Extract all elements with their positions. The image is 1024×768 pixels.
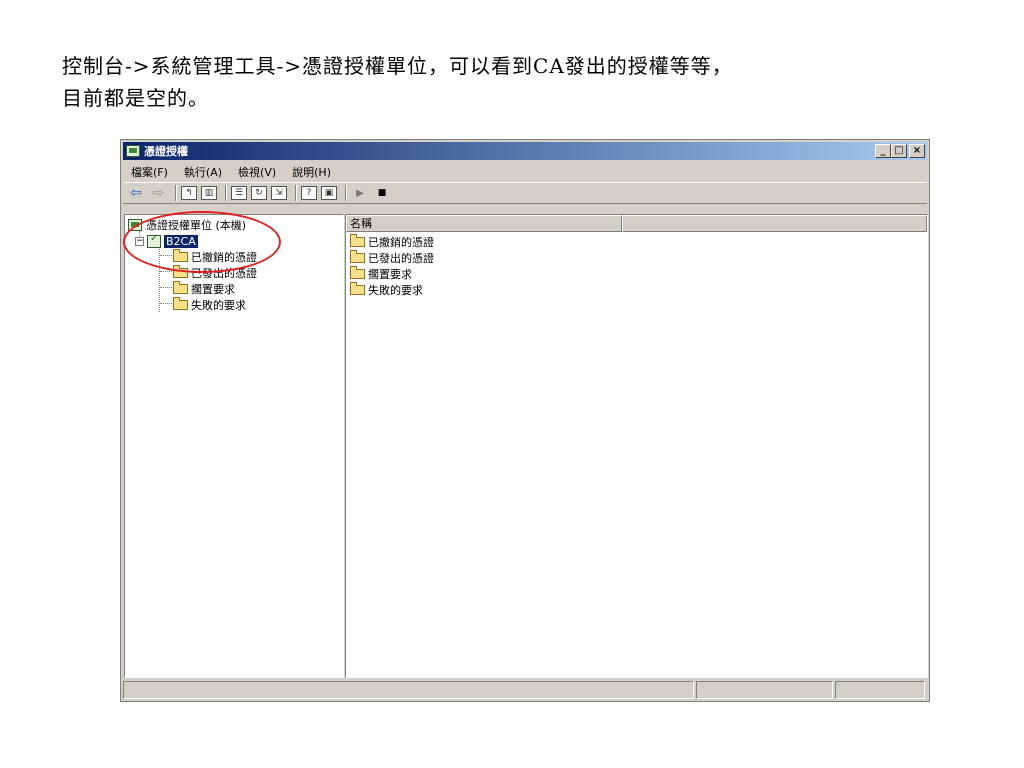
status-bar — [123, 681, 927, 699]
list-item[interactable]: 失敗的要求 — [350, 282, 423, 298]
tree-connector — [160, 271, 172, 272]
show-hide-tree-icon[interactable]: ▥ — [201, 186, 217, 200]
folder-icon — [173, 297, 188, 310]
folder-icon — [350, 234, 365, 247]
start-service-icon[interactable]: ▶ — [351, 185, 369, 201]
toolbar: ⇦ ⇨ ↰ ▥ ☰ ↻ ⇲ ? ▣ ▶ ■ — [123, 182, 927, 204]
toolbar-separator — [345, 185, 347, 201]
tree-item-label: 失敗的要求 — [191, 299, 246, 312]
window-controls: _ □ × — [875, 144, 925, 158]
folder-icon — [350, 266, 365, 279]
stop-service-icon[interactable]: ■ — [373, 185, 391, 201]
caption-line-1: 控制台->系統管理工具->憑證授權單位，可以看到CA發出的授權等等， — [62, 54, 733, 78]
back-arrow-icon[interactable]: ⇦ — [127, 185, 145, 201]
list-item-label: 失敗的要求 — [368, 284, 423, 297]
title-bar[interactable]: 憑證授權 _ □ × — [123, 142, 927, 160]
tree-item-label: 擱置要求 — [191, 283, 235, 296]
list-header: 名稱 — [346, 215, 927, 232]
list-item[interactable]: 已撤銷的憑證 — [350, 234, 434, 250]
list-item[interactable]: 擱置要求 — [350, 266, 412, 282]
highlight-annotation — [123, 211, 281, 273]
close-button[interactable]: × — [909, 144, 925, 158]
forward-arrow-icon[interactable]: ⇨ — [149, 185, 167, 201]
properties-icon[interactable]: ☰ — [231, 186, 247, 200]
menu-view[interactable]: 檢視(V) — [230, 164, 284, 180]
status-cell-2 — [696, 681, 834, 699]
folder-icon — [350, 250, 365, 263]
up-level-icon[interactable]: ↰ — [181, 186, 197, 200]
export-list-icon[interactable]: ⇲ — [271, 186, 287, 200]
tree-item-failed[interactable]: 失敗的要求 — [173, 297, 246, 313]
certificate-authority-icon — [126, 145, 140, 157]
menu-file[interactable]: 檔案(F) — [123, 164, 176, 180]
tree-connector — [160, 303, 172, 304]
tree-item-pending[interactable]: 擱置要求 — [173, 281, 235, 297]
column-header-blank[interactable] — [622, 215, 927, 232]
caption-line-2: 目前都是空的。 — [62, 86, 209, 110]
column-header-name[interactable]: 名稱 — [346, 215, 622, 232]
console-icon[interactable]: ▣ — [321, 186, 337, 200]
folder-icon — [173, 281, 188, 294]
list-pane[interactable]: 名稱 已撤銷的憑證 已發出的憑證 擱置要求 失敗的要求 — [345, 214, 928, 678]
help-icon[interactable]: ? — [301, 186, 317, 200]
list-item-label: 擱置要求 — [368, 268, 412, 281]
window-title: 憑證授權 — [144, 145, 188, 158]
maximize-button[interactable]: □ — [891, 144, 907, 158]
menu-bar: 檔案(F) 執行(A) 檢視(V) 說明(H) — [123, 162, 927, 182]
toolbar-separator — [175, 185, 177, 201]
list-item[interactable]: 已發出的憑證 — [350, 250, 434, 266]
list-item-label: 已撤銷的憑證 — [368, 236, 434, 249]
refresh-icon[interactable]: ↻ — [251, 186, 267, 200]
toolbar-separator — [295, 185, 297, 201]
minimize-button[interactable]: _ — [875, 144, 891, 158]
toolbar-separator — [225, 185, 227, 201]
status-cell-main — [123, 681, 695, 699]
menu-help[interactable]: 說明(H) — [284, 164, 339, 180]
caption: 控制台->系統管理工具->憑證授權單位，可以看到CA發出的授權等等， 目前都是空… — [62, 50, 962, 114]
tree-connector — [160, 287, 172, 288]
tree-pane[interactable]: 憑證授權單位 (本機) − B2CA 已撤銷的憑證 已發出的憑證 擱置要求 失敗… — [124, 214, 344, 678]
menu-action[interactable]: 執行(A) — [176, 164, 230, 180]
list-item-label: 已發出的憑證 — [368, 252, 434, 265]
status-cell-3 — [835, 681, 925, 699]
folder-icon — [350, 282, 365, 295]
